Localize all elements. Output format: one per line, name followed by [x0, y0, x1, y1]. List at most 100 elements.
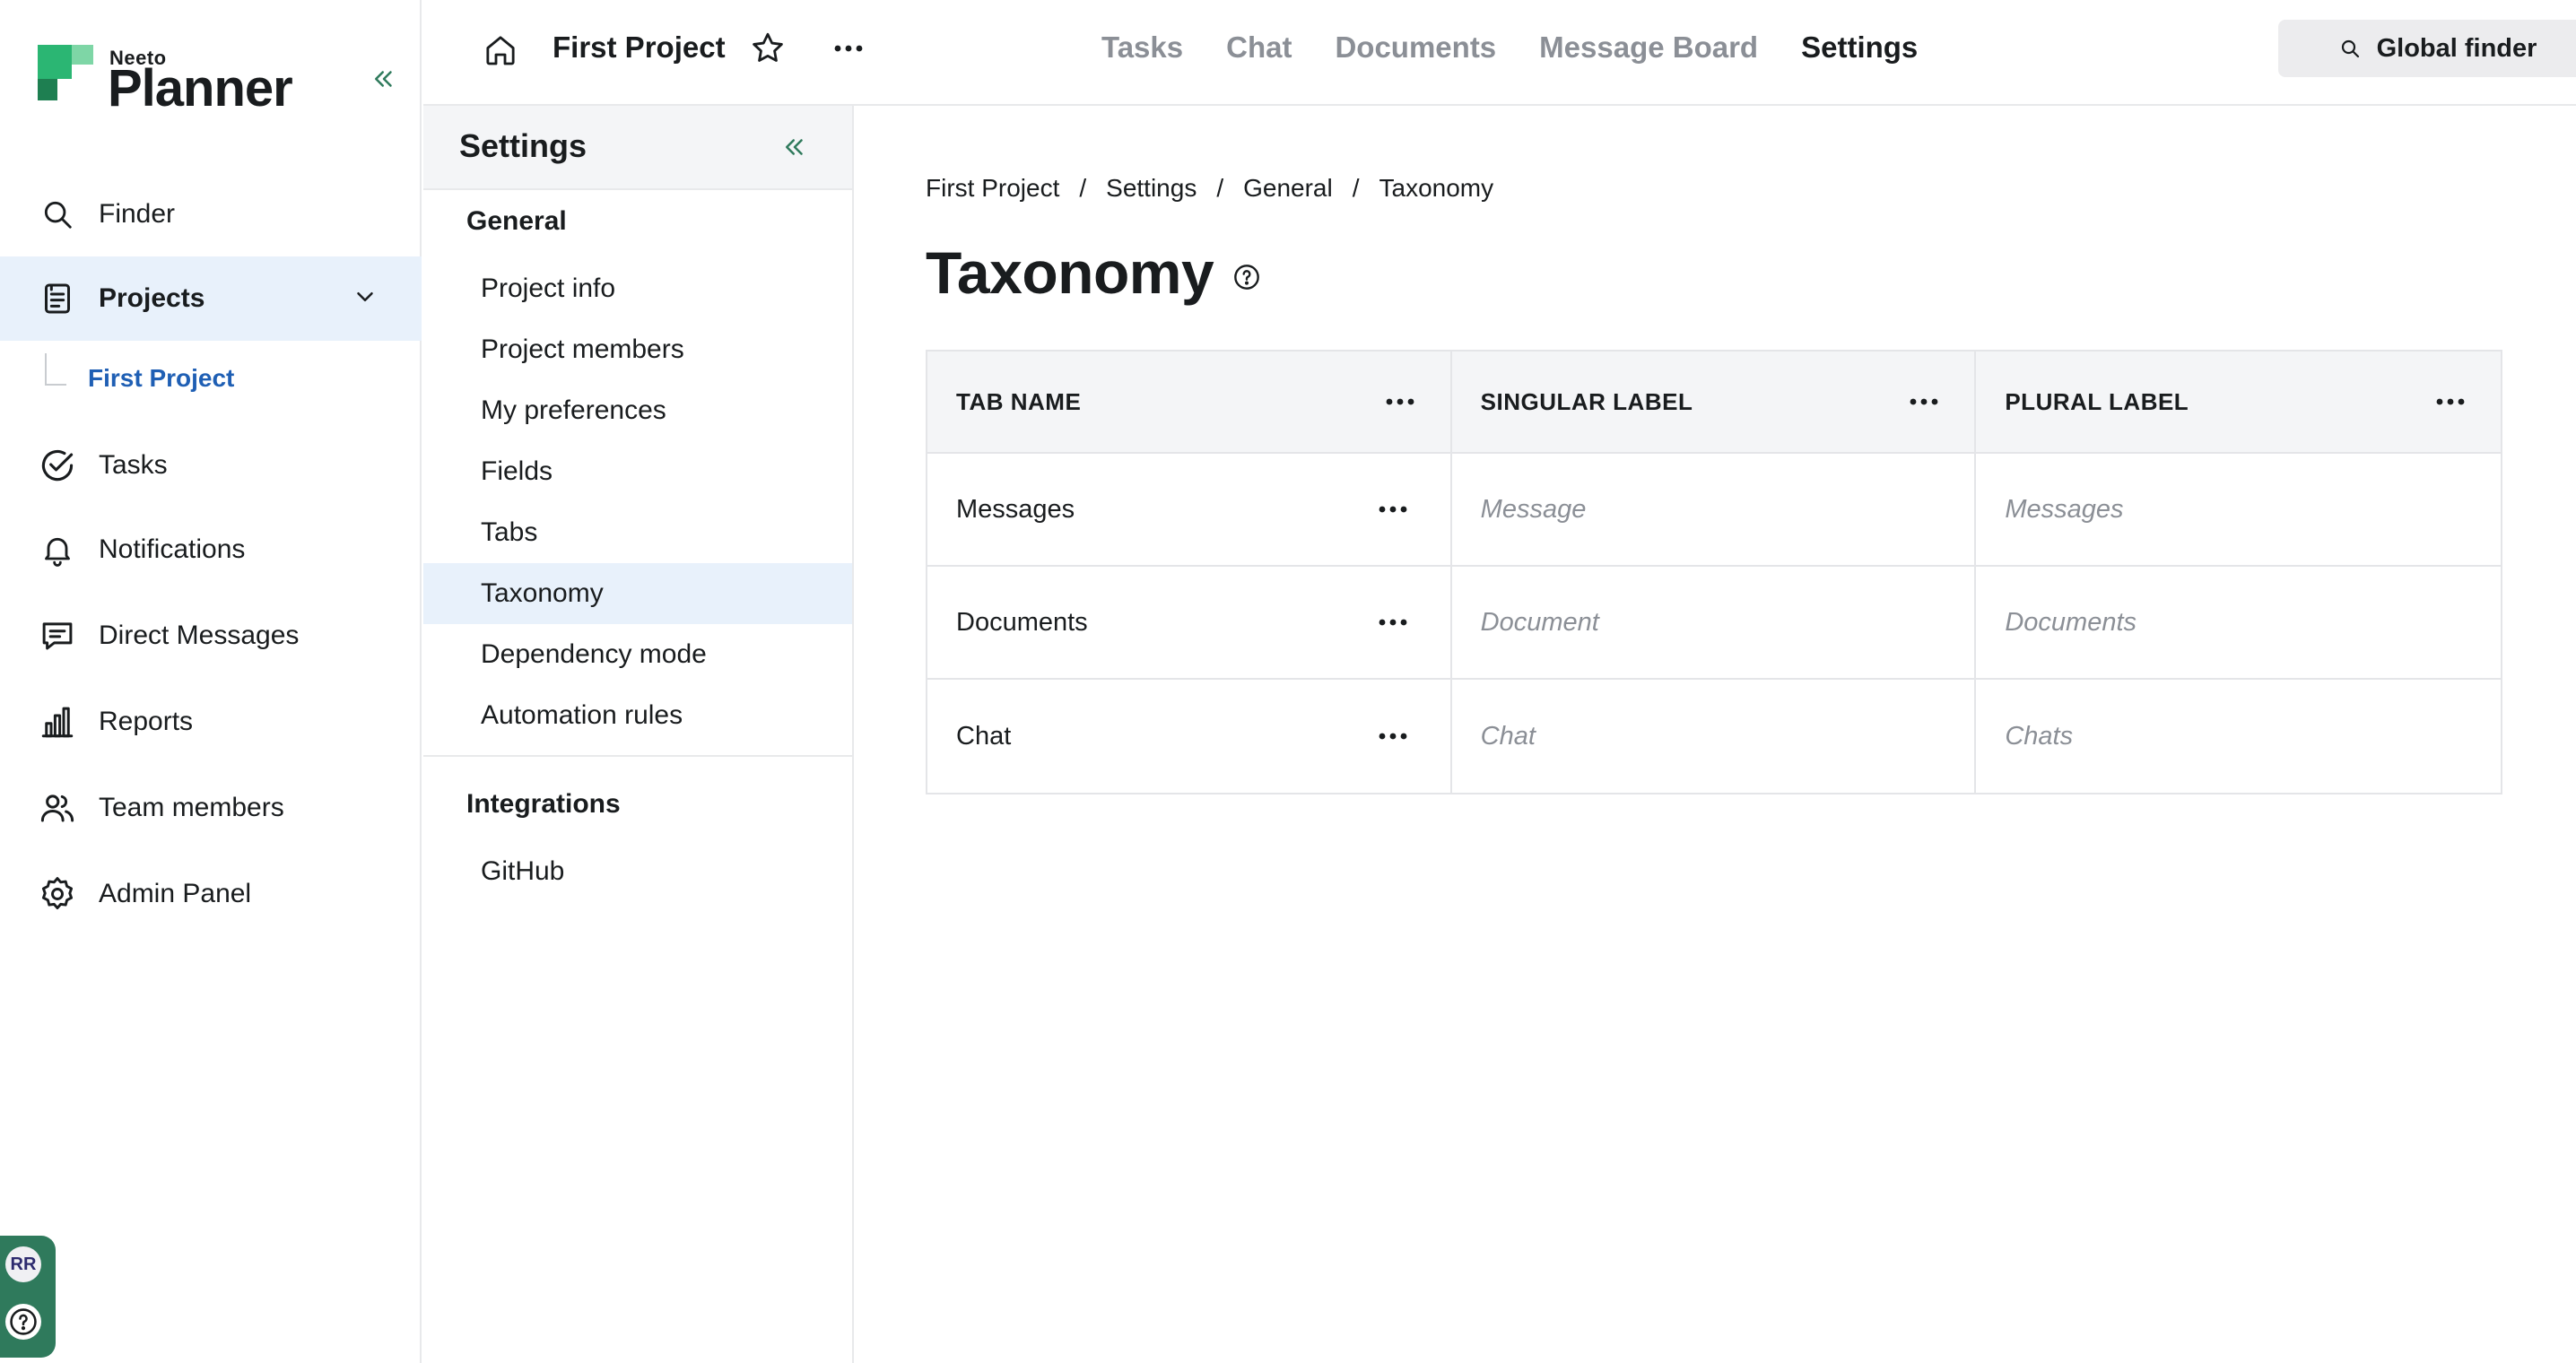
settings-item-my-preferences[interactable]: My preferences	[423, 380, 852, 441]
column-menu-button[interactable]	[2427, 378, 2474, 425]
sidebar-item-reports[interactable]: Reports	[0, 680, 422, 764]
collapse-settings-button[interactable]	[773, 126, 816, 169]
column-header-singular-label: SINGULAR LABEL	[1452, 352, 1977, 452]
row-menu-button[interactable]	[1370, 599, 1416, 646]
tab-name: Chat	[956, 721, 1012, 751]
sidebar-item-label: Finder	[99, 199, 176, 229]
sidebar-item-team-members[interactable]: Team members	[0, 766, 422, 850]
settings-item-project-info[interactable]: Project info	[423, 258, 852, 319]
table-row: Messages Message Messages	[927, 454, 2501, 567]
plural-label-cell[interactable]: Documents	[1976, 567, 2501, 678]
sidebar-item-admin-panel[interactable]: Admin Panel	[0, 852, 422, 936]
column-menu-button[interactable]	[1901, 378, 1947, 425]
brand-name: Planner	[108, 59, 293, 117]
page-title: Taxonomy	[926, 239, 1214, 306]
sidebar-item-label: Tasks	[99, 450, 168, 480]
taxonomy-table: TAB NAME SINGULAR LABEL PLURAL LABEL Mes…	[926, 350, 2502, 794]
settings-item-dependency-mode[interactable]: Dependency mode	[423, 624, 852, 685]
plural-label: Documents	[2005, 607, 2137, 637]
global-finder-label: Global finder	[2376, 33, 2537, 63]
settings-item-taxonomy[interactable]: Taxonomy	[423, 563, 852, 624]
sidebar-item-label: Notifications	[99, 534, 246, 564]
column-header-label: PLURAL LABEL	[2005, 387, 2189, 415]
avatar[interactable]: RR	[5, 1246, 41, 1282]
tab-settings[interactable]: Settings	[1801, 30, 1918, 65]
users-icon	[36, 786, 79, 829]
sidebar-subitem-first-project[interactable]: First Project	[45, 353, 234, 402]
sidebar-item-finder[interactable]: Finder	[0, 172, 422, 256]
breadcrumb-general[interactable]: General	[1243, 174, 1333, 203]
plural-label-cell[interactable]: Messages	[1976, 454, 2501, 565]
brand-small-label: Neeto	[109, 47, 167, 69]
page-title-row: Taxonomy	[926, 239, 1262, 307]
tab-chat[interactable]: Chat	[1226, 30, 1292, 65]
sidebar-item-label: Team members	[99, 793, 284, 822]
singular-label-cell[interactable]: Chat	[1452, 680, 1977, 793]
breadcrumb-settings[interactable]: Settings	[1106, 174, 1197, 203]
double-chevron-left-icon	[786, 139, 803, 155]
more-horizontal-icon	[1910, 398, 1938, 405]
tab-tasks[interactable]: Tasks	[1101, 30, 1183, 65]
document-icon	[36, 277, 79, 320]
column-header-label: SINGULAR LABEL	[1480, 387, 1693, 415]
app-sidebar: Neeto Planner Finder Projects First Proj…	[0, 0, 422, 1363]
tab-name-cell: Documents	[927, 567, 1452, 678]
sidebar-item-projects[interactable]: Projects	[0, 256, 422, 341]
settings-item-automation-rules[interactable]: Automation rules	[423, 685, 852, 746]
project-more-button[interactable]	[825, 25, 872, 72]
sidebar-item-tasks[interactable]: Tasks	[0, 423, 422, 508]
singular-label-cell[interactable]: Message	[1452, 454, 1977, 565]
sidebar-item-direct-messages[interactable]: Direct Messages	[0, 594, 422, 678]
breadcrumb-separator: /	[1216, 174, 1224, 202]
home-button[interactable]	[477, 27, 524, 74]
row-menu-button[interactable]	[1370, 486, 1416, 533]
favorite-button[interactable]	[744, 25, 791, 72]
message-icon	[36, 614, 79, 657]
global-finder-button[interactable]: Global finder	[2278, 20, 2576, 77]
singular-label-cell[interactable]: Document	[1452, 567, 1977, 678]
tab-name-cell: Chat	[927, 680, 1452, 793]
column-header-label: TAB NAME	[956, 387, 1082, 415]
bell-icon	[36, 528, 79, 571]
more-horizontal-icon	[2436, 398, 2465, 405]
tab-message-board[interactable]: Message Board	[1539, 30, 1758, 65]
sidebar-item-label: Projects	[99, 283, 205, 313]
settings-item-github[interactable]: GitHub	[423, 841, 852, 902]
breadcrumb-first-project[interactable]: First Project	[926, 174, 1059, 203]
top-bar: First Project Tasks Chat Documents Messa…	[423, 0, 2576, 106]
more-horizontal-icon	[1379, 506, 1407, 513]
check-circle-icon	[36, 444, 79, 487]
project-title: First Project	[553, 30, 726, 64]
star-icon	[753, 32, 783, 62]
tree-connector	[45, 353, 66, 386]
column-menu-button[interactable]	[1377, 378, 1423, 425]
sidebar-item-label: Direct Messages	[99, 621, 300, 650]
row-menu-button[interactable]	[1370, 713, 1416, 760]
sidebar-item-label: Reports	[99, 707, 194, 736]
more-horizontal-icon	[1386, 398, 1414, 405]
help-circle-icon[interactable]	[5, 1304, 41, 1340]
tab-name: Documents	[956, 607, 1088, 637]
double-chevron-left-icon	[375, 71, 392, 87]
tab-name: Messages	[956, 494, 1075, 524]
settings-item-project-members[interactable]: Project members	[423, 319, 852, 380]
settings-panel: Settings General Project info Project me…	[423, 106, 854, 1363]
table-header-row: TAB NAME SINGULAR LABEL PLURAL LABEL	[927, 352, 2501, 454]
sidebar-item-notifications[interactable]: Notifications	[0, 508, 422, 592]
more-horizontal-icon	[1379, 619, 1407, 626]
project-tabs: Tasks Chat Documents Message Board Setti…	[1101, 30, 1918, 65]
tab-documents[interactable]: Documents	[1335, 30, 1496, 65]
settings-item-tabs[interactable]: Tabs	[423, 502, 852, 563]
help-circle-icon[interactable]	[1231, 262, 1262, 292]
settings-group-general: General	[466, 206, 567, 236]
breadcrumb: First Project / Settings / General / Tax…	[926, 174, 1493, 203]
main-content: First Project / Settings / General / Tax…	[856, 106, 2576, 1363]
bar-chart-icon	[36, 700, 79, 743]
plural-label-cell[interactable]: Chats	[1976, 680, 2501, 793]
settings-item-fields[interactable]: Fields	[423, 441, 852, 502]
breadcrumb-separator: /	[1352, 174, 1360, 202]
plural-label: Messages	[2005, 494, 2124, 524]
neeto-planner-logo[interactable]: Neeto Planner	[38, 45, 293, 117]
chevron-down-icon[interactable]	[352, 283, 379, 310]
collapse-sidebar-button[interactable]	[364, 59, 404, 99]
